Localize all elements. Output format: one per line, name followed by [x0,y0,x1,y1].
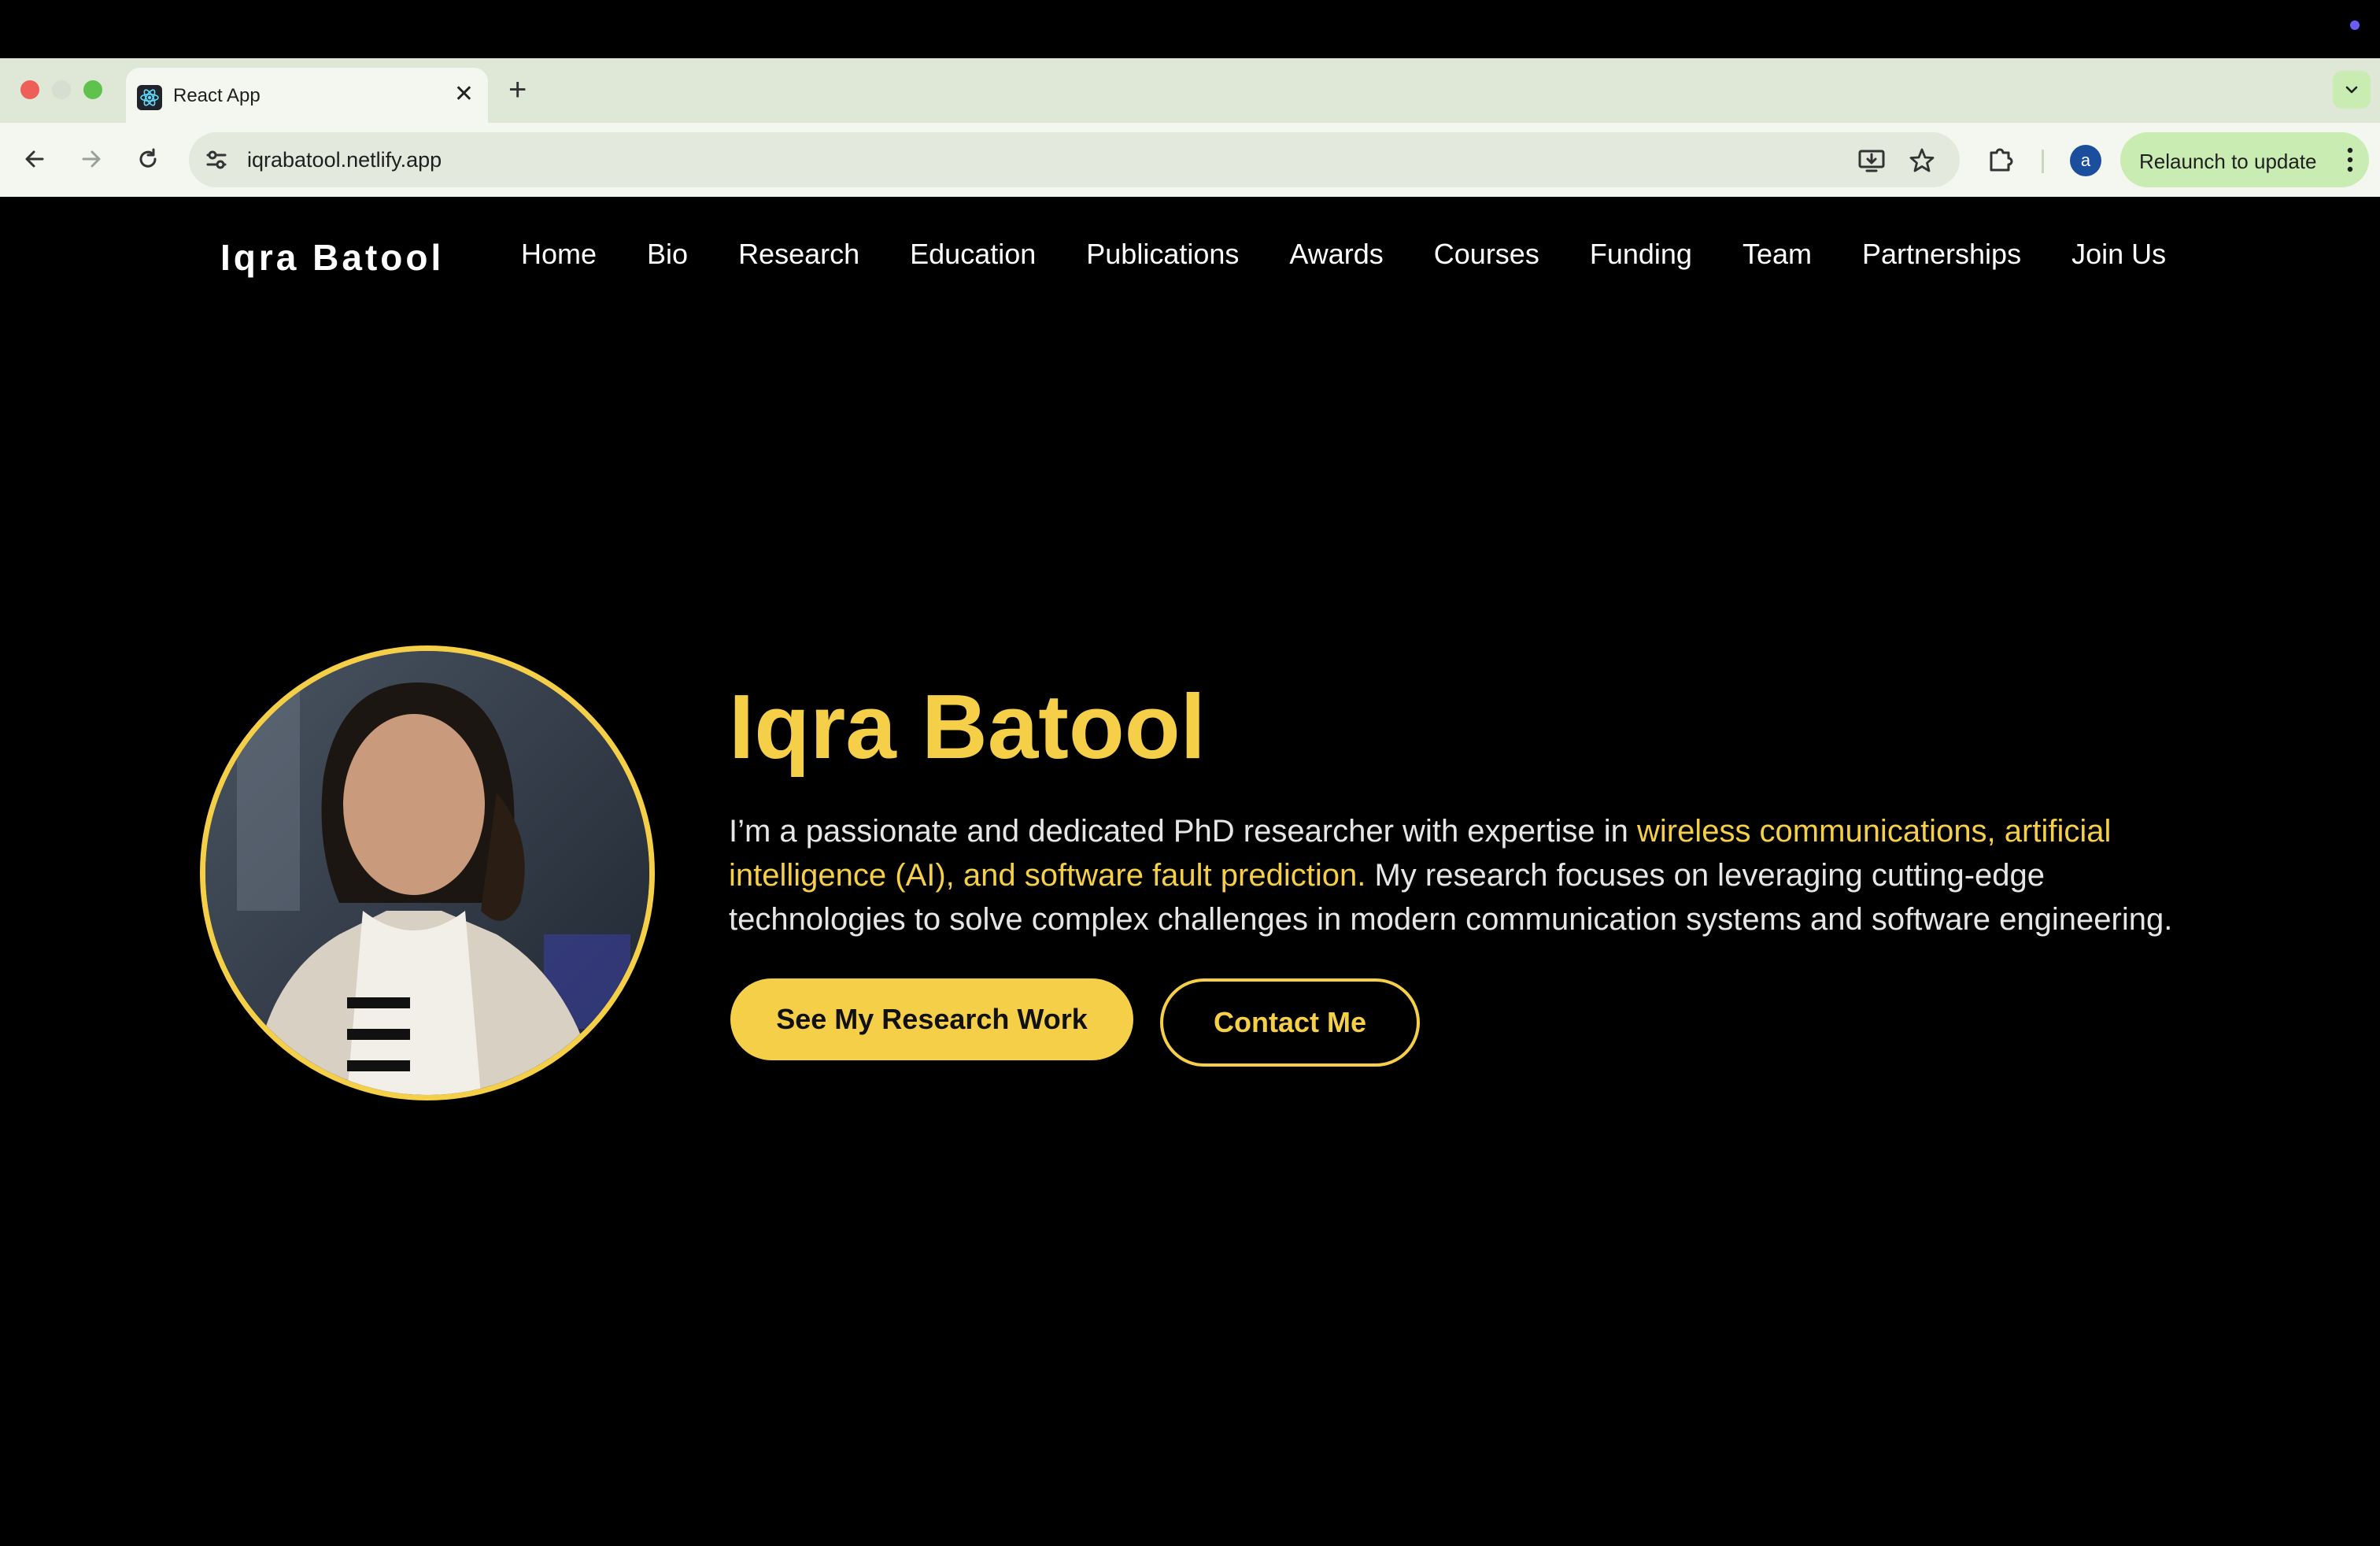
kebab-menu-icon[interactable] [2345,145,2355,175]
url-text: iqrabatool.netlify.app [247,148,442,172]
browser-tab-active[interactable]: React App ✕ [126,68,488,123]
see-research-work-button[interactable]: See My Research Work [730,978,1133,1060]
tab-title: React App [173,85,261,106]
browser-tab-strip: React App ✕ + [0,58,2380,123]
toolbar-separator [2042,150,2044,173]
window-minimize-button[interactable] [52,80,71,99]
contact-me-button[interactable]: Contact Me [1160,978,1420,1067]
site-navigation: Home Bio Research Education Publications… [521,238,2166,271]
browser-toolbar: iqrabatool.netlify.app a Relaunch to upd… [0,123,2380,197]
install-app-icon[interactable] [1857,146,1886,175]
new-tab-plus-icon[interactable]: + [508,71,527,109]
nav-link-bio[interactable]: Bio [647,238,688,271]
address-bar[interactable]: iqrabatool.netlify.app [189,132,1960,187]
hero-bio-text: I’m a passionate and dedicated PhD resea… [729,809,2193,941]
nav-link-research[interactable]: Research [738,238,859,271]
nav-link-home[interactable]: Home [521,238,597,271]
window-close-button[interactable] [20,80,39,99]
nav-link-team[interactable]: Team [1743,238,1812,271]
relaunch-label: Relaunch to update [2139,150,2317,173]
profile-photo [200,645,655,1100]
bio-text-intro: I’m a passionate and dedicated PhD resea… [729,814,1637,849]
nav-link-join-us[interactable]: Join Us [2071,238,2166,271]
extensions-icon[interactable] [1985,143,2016,175]
status-dot [2350,20,2360,30]
nav-link-partnerships[interactable]: Partnerships [1862,238,2021,271]
nav-link-funding[interactable]: Funding [1590,238,1692,271]
bookmark-star-icon[interactable] [1908,146,1936,175]
reload-icon[interactable] [131,142,165,176]
relaunch-to-update-button[interactable]: Relaunch to update [2120,132,2369,187]
nav-link-awards[interactable]: Awards [1289,238,1383,271]
nav-link-courses[interactable]: Courses [1434,238,1539,271]
forward-arrow-icon[interactable] [74,142,109,176]
site-logo-text[interactable]: Iqra Batool [220,236,444,279]
tab-close-icon[interactable]: ✕ [454,79,474,110]
nav-link-education[interactable]: Education [910,238,1036,271]
tab-search-chevron-down-icon[interactable] [2333,71,2371,109]
site-settings-icon[interactable] [203,146,230,173]
website-viewport: Iqra Batool Home Bio Research Education … [0,197,2380,1546]
window-maximize-button[interactable] [83,80,102,99]
hero-name-heading: Iqra Batool [729,675,1206,778]
back-arrow-icon[interactable] [17,142,52,176]
react-favicon-icon [137,85,162,110]
os-menu-bar [0,0,2380,58]
profile-avatar[interactable]: a [2070,145,2101,176]
nav-link-publications[interactable]: Publications [1086,238,1239,271]
